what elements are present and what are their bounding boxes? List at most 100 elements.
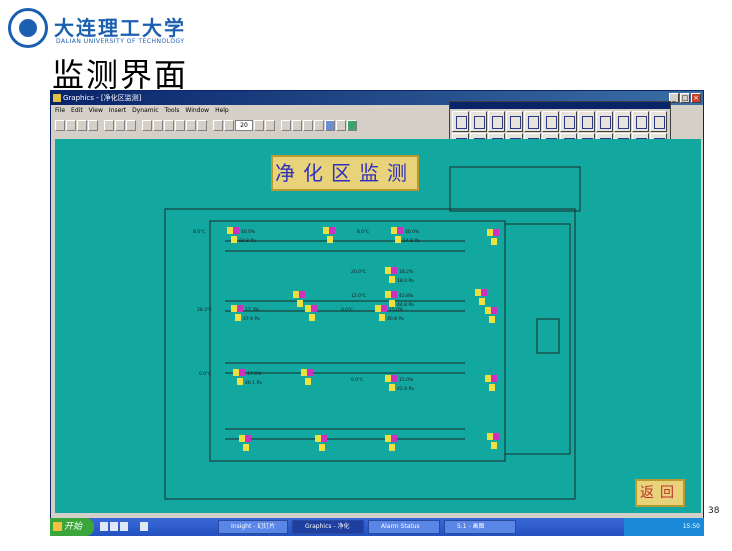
palette-tool-2[interactable] <box>470 111 487 132</box>
sensor-humidity-label: 17.3% <box>245 307 260 313</box>
save-icon[interactable] <box>77 119 87 131</box>
zoom-in-icon[interactable] <box>164 119 174 131</box>
sensor-marker <box>375 305 387 321</box>
rotate-icon[interactable] <box>186 119 196 131</box>
palette-tool-1[interactable] <box>452 111 469 132</box>
palette-tool-5[interactable] <box>524 111 541 132</box>
menu-insert[interactable]: Insert <box>109 105 126 117</box>
select-icon[interactable] <box>142 119 152 131</box>
palette-tool-6[interactable] <box>542 111 559 132</box>
media-icon[interactable] <box>120 522 128 531</box>
humidity-box <box>245 435 251 442</box>
humidity-box <box>493 433 499 440</box>
taskbar: 开始 Insight - 幻灯片 Graphics - 净化 Alarm Sta… <box>50 518 704 536</box>
task-insight[interactable]: Insight - 幻灯片 <box>218 520 288 534</box>
temp-box <box>385 267 391 274</box>
front-icon[interactable] <box>303 119 313 131</box>
task-paint[interactable]: 5.1 - 画图 <box>444 520 516 534</box>
menu-help[interactable]: Help <box>215 105 229 117</box>
floor-plan: 8.0℃ 40.0% 60.8 Pa 8.0℃ 40.0% 54.8 Pa 20.0℃ 18.… <box>164 166 581 500</box>
building-outline <box>164 208 576 500</box>
new-icon[interactable] <box>55 119 65 131</box>
stair-block <box>449 166 581 212</box>
palette-tool-8[interactable] <box>578 111 595 132</box>
cleanroom-zone <box>209 220 506 462</box>
pressure-box <box>395 236 401 243</box>
humidity-box <box>307 369 313 376</box>
properties-icon[interactable] <box>336 119 346 131</box>
menu-file[interactable]: File <box>55 105 65 117</box>
back-icon[interactable] <box>314 119 324 131</box>
sensor-pressure-label: 47.9 Pa <box>243 316 260 322</box>
sensor-temp-label: 8.0℃ <box>193 229 205 235</box>
university-name: 大连理工大学 <box>54 16 186 40</box>
temp-box <box>385 291 391 298</box>
sensor-marker <box>231 305 243 321</box>
zoom-out-icon[interactable] <box>175 119 185 131</box>
cut-icon[interactable] <box>104 119 114 131</box>
sensor-marker <box>385 267 397 283</box>
return-button[interactable]: 返回 <box>635 479 685 507</box>
folder-icon[interactable] <box>140 522 148 531</box>
cleanroom-title-button[interactable]: 净化区监测 <box>271 155 419 191</box>
palette-tool-10[interactable] <box>614 111 631 132</box>
menu-edit[interactable]: Edit <box>71 105 83 117</box>
sensor-marker <box>385 435 397 451</box>
ungroup-icon[interactable] <box>292 119 302 131</box>
menu-tools[interactable]: Tools <box>165 105 180 117</box>
temp-box <box>293 291 299 298</box>
sensor-humidity-label: 15.0% <box>399 377 414 383</box>
maximize-button[interactable]: □ <box>680 93 690 103</box>
sensor-temp-label: 0.0℃ <box>341 307 353 313</box>
palette-tool-12[interactable] <box>650 111 667 132</box>
sensor-marker <box>475 289 487 305</box>
university-name-english: DALIAN UNIVERSITY OF TECHNOLOGY <box>56 38 185 45</box>
fit-icon[interactable] <box>254 119 264 131</box>
palette-tool-3[interactable] <box>488 111 505 132</box>
pan-icon[interactable] <box>153 119 163 131</box>
start-button[interactable]: 开始 <box>50 518 94 536</box>
print-icon[interactable] <box>88 119 98 131</box>
sensor-marker <box>239 435 251 451</box>
zoom-select[interactable]: 20 <box>235 119 253 131</box>
temp-box <box>385 435 391 442</box>
sensor-pressure-label: 46.1 Pa <box>245 380 262 386</box>
palette-titlebar[interactable] <box>450 102 670 109</box>
temp-box <box>239 435 245 442</box>
ie-icon[interactable] <box>100 522 108 531</box>
paste-icon[interactable] <box>126 119 136 131</box>
align-icon[interactable] <box>213 119 223 131</box>
palette-tool-7[interactable] <box>560 111 577 132</box>
pressure-box <box>389 384 395 391</box>
temp-box <box>315 435 321 442</box>
desktop-icon[interactable] <box>110 522 118 531</box>
open-icon[interactable] <box>66 119 76 131</box>
group-icon[interactable] <box>281 119 291 131</box>
sensor-pressure-label: 54.8 Pa <box>403 238 420 244</box>
pressure-box <box>389 300 395 307</box>
copy-icon[interactable] <box>115 119 125 131</box>
grid-icon[interactable] <box>224 119 234 131</box>
sensor-pressure-label: 18.0 Pa <box>397 278 414 284</box>
university-logo <box>8 8 48 48</box>
palette-tool-4[interactable] <box>506 111 523 132</box>
layer-icon[interactable] <box>265 119 275 131</box>
run-icon[interactable] <box>347 119 357 131</box>
runtime-icon[interactable] <box>325 119 335 131</box>
temp-box <box>301 369 307 376</box>
pressure-box <box>491 238 497 245</box>
menu-dynamic[interactable]: Dynamic <box>132 105 158 117</box>
menu-view[interactable]: View <box>89 105 103 117</box>
temp-box <box>375 305 381 312</box>
close-button[interactable]: × <box>691 93 701 103</box>
slide-number: 38 <box>708 506 720 516</box>
sensor-temp-label: 0.0℃ <box>351 377 363 383</box>
pressure-box <box>243 444 249 451</box>
palette-tool-9[interactable] <box>596 111 613 132</box>
flip-icon[interactable] <box>197 119 207 131</box>
palette-tool-11[interactable] <box>632 111 649 132</box>
task-alarm-status[interactable]: Alarm Status <box>368 520 440 534</box>
temp-box <box>475 289 481 296</box>
menu-window[interactable]: Window <box>185 105 209 117</box>
task-graphics[interactable]: Graphics - 净化 <box>292 520 364 534</box>
